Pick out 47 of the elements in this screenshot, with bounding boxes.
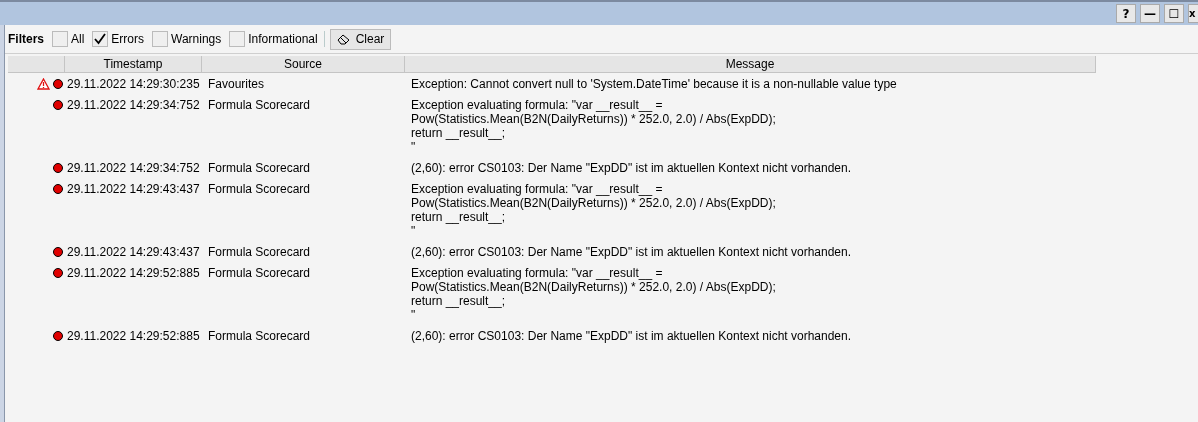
error-icon [53,331,63,341]
error-icon [53,268,63,278]
message-cell-text: Exception evaluating formula: "var __result__ = Pow(Statistics.Mean(B2N(DailyReturns)) * 252.0, 2.0) / Abs(ExpDD); return __result__; " [410,182,777,238]
source-cell-text: Formula Scorecard [207,329,312,343]
source-cell-text: Favourites [207,77,266,91]
source-cell-text: Formula Scorecard [207,161,312,175]
error-icon [53,163,63,173]
maximize-button[interactable]: ☐ [1164,4,1184,23]
timestamp-cell-text: 29.11.2022 14:29:34:752 [66,98,201,114]
column-header[interactable]: Message [405,56,1096,73]
column-header[interactable]: Source [202,56,405,73]
source-cell-text: Formula Scorecard [207,182,312,198]
minimize-button[interactable]: — [1140,4,1160,23]
timestamp-cell-text: 29.11.2022 14:29:34:752 [66,161,201,175]
filter-checkbox[interactable] [229,31,246,47]
error-icon [53,184,63,194]
timestamp-cell-text: 29.11.2022 14:29:43:437 [66,182,201,198]
timestamp-cell-text: 29.11.2022 14:29:43:437 [66,245,201,259]
message-cell-text: Exception: Cannot convert null to 'System.DateTime' because it is a non-nullable value type [410,77,898,91]
error-icon [53,100,63,110]
filters-label: Filters [8,32,44,46]
message-cell-text: (2,60): error CS0103: Der Name "ExpDD" ist im aktuellen Kontext nicht vorhanden. [410,161,853,175]
error-icon [53,247,63,257]
close-button[interactable]: x [1188,4,1198,23]
filter-checkbox[interactable] [92,31,109,47]
message-cell-text: Exception evaluating formula: "var __result__ = Pow(Statistics.Mean(B2N(DailyReturns)) * 252.0, 2.0) / Abs(ExpDD); return __result__; " [410,98,777,154]
column-header[interactable] [8,56,65,73]
filter-checkbox[interactable] [52,31,68,47]
source-cell-text: Formula Scorecard [207,266,312,282]
source-cell-text: Formula Scorecard [207,98,312,114]
timestamp-cell-text: 29.11.2022 14:29:30:235 [66,77,201,91]
filter-checkbox[interactable] [152,31,169,47]
help-button[interactable]: ? [1116,4,1136,23]
message-cell-text: (2,60): error CS0103: Der Name "ExpDD" ist im aktuellen Kontext nicht vorhanden. [410,329,853,343]
timestamp-cell-text: 29.11.2022 14:29:52:885 [66,329,201,343]
source-cell-text: Formula Scorecard [207,245,312,259]
filter-label: Warnings [171,32,222,46]
message-cell-text: Exception evaluating formula: "var __result__ = Pow(Statistics.Mean(B2N(DailyReturns)) * 252.0, 2.0) / Abs(ExpDD); return __result__; " [410,266,777,322]
filter-label: All [71,32,85,46]
error-icon [53,79,63,89]
message-cell-text: (2,60): error CS0103: Der Name "ExpDD" ist im aktuellen Kontext nicht vorhanden. [410,245,853,259]
filter-label: Informational [248,32,318,46]
timestamp-cell-text: 29.11.2022 14:29:52:885 [66,266,201,282]
filter-label: Errors [111,32,145,46]
column-header[interactable]: Timestamp [65,56,202,73]
clear-button[interactable]: Clear [329,28,392,50]
eraser-icon [336,33,351,45]
